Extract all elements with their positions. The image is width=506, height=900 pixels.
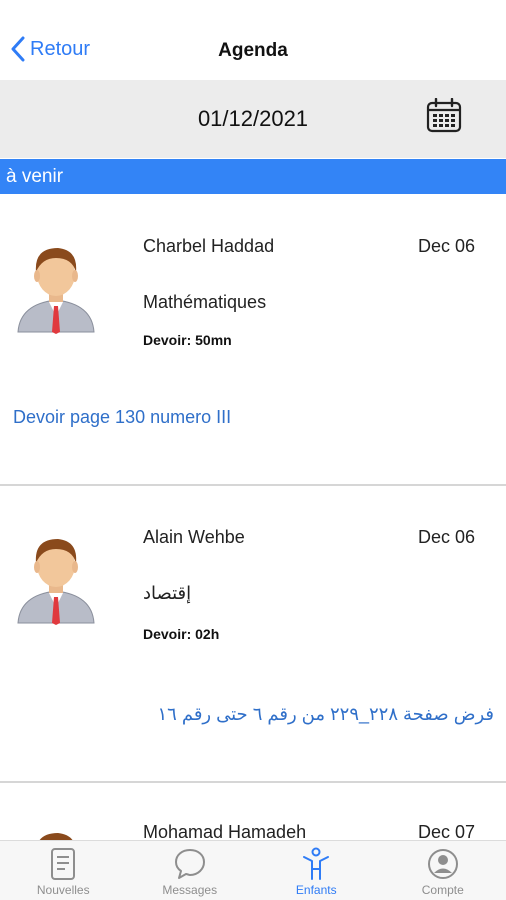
teacher-name: Alain Wehbe xyxy=(143,527,245,547)
person-avatar-icon xyxy=(17,539,95,625)
subject: Mathématiques xyxy=(143,292,267,312)
tab-bar: Nouvelles Messages Enfants Compte xyxy=(0,840,506,900)
item-date: Dec 07 xyxy=(417,822,475,840)
account-icon xyxy=(427,849,458,879)
homework-description: فرض صفحة ٢٢٨_٢٢٩ من رقم ٦ حتى رقم ١٦ xyxy=(157,704,495,724)
children-icon xyxy=(303,847,330,880)
avatar xyxy=(16,827,96,840)
tab-compte[interactable]: Compte xyxy=(380,841,506,900)
list-item[interactable]: Charbel Haddad Dec 06 Mathématiques Devo… xyxy=(0,194,506,485)
person-avatar-icon xyxy=(17,248,95,334)
agenda-list[interactable]: Charbel Haddad Dec 06 Mathématiques Devo… xyxy=(0,194,506,840)
tab-label: Enfants xyxy=(295,883,337,897)
calendar-button[interactable] xyxy=(425,97,463,134)
news-icon xyxy=(51,848,76,880)
list-item[interactable]: Mohamad Hamadeh Dec 07 xyxy=(0,783,506,840)
teacher-name: Charbel Haddad xyxy=(143,236,275,256)
subject: إقتصاد xyxy=(143,583,192,603)
teacher-name: Mohamad Hamadeh xyxy=(143,822,307,840)
calendar-icon xyxy=(426,97,462,133)
person-avatar-icon xyxy=(39,833,73,840)
item-date: Dec 06 xyxy=(417,236,475,256)
avatar xyxy=(16,533,96,625)
tab-label: Compte xyxy=(421,883,464,897)
list-item[interactable]: Alain Wehbe Dec 06 إقتصاد Devoir: 02h فر… xyxy=(0,486,506,781)
navigation-bar: Retour Agenda xyxy=(0,0,506,80)
tab-nouvelles[interactable]: Nouvelles xyxy=(0,841,127,900)
messages-icon xyxy=(174,849,205,879)
tab-messages[interactable]: Messages xyxy=(127,841,254,900)
duration: Devoir: 50mn xyxy=(143,332,232,348)
item-date: Dec 06 xyxy=(417,527,475,547)
page-title: Agenda xyxy=(218,40,288,61)
tab-label: Messages xyxy=(162,883,218,897)
section-header: à venir xyxy=(0,159,506,194)
avatar xyxy=(16,242,96,334)
duration: Devoir: 02h xyxy=(143,626,220,642)
tab-label: Nouvelles xyxy=(36,883,90,897)
homework-description: Devoir page 130 numero III xyxy=(13,407,232,427)
tab-enfants[interactable]: Enfants xyxy=(253,841,380,900)
